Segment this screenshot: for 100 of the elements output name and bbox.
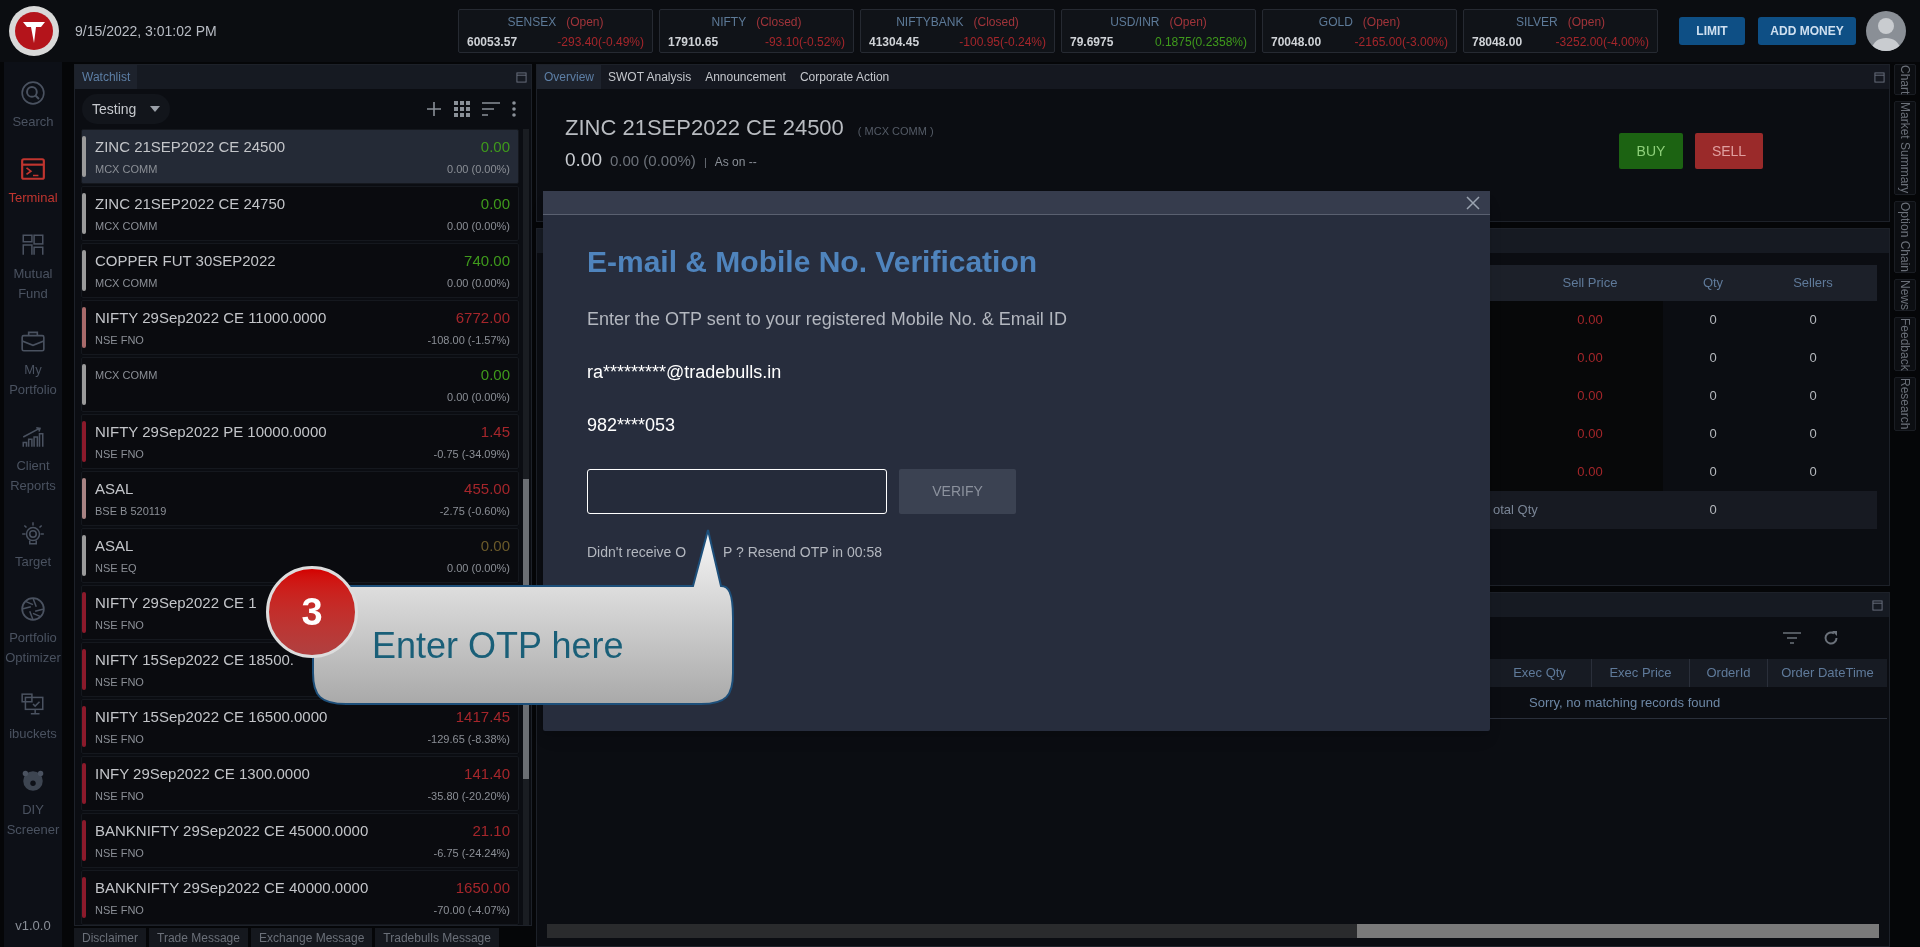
exchange-label: NSE FNO (95, 332, 144, 348)
content-tab[interactable]: Announcement (698, 65, 793, 89)
terminal-icon (20, 156, 46, 182)
refresh-icon[interactable] (1823, 630, 1839, 646)
exchange-label: BSE B 520119 (95, 503, 167, 519)
content-tab[interactable]: Corporate Action (792, 65, 897, 89)
exchange-label: MCX COMM (95, 161, 158, 177)
ticker-status: (Open) (1567, 14, 1606, 31)
ticker-card[interactable]: NIFTY (Closed) 17910.65 -93.10(-0.52%) (659, 9, 854, 53)
price: 141.40 (464, 764, 510, 784)
table-cell-text: 0 (1808, 311, 1818, 330)
exchange-label: NSE FNO (95, 446, 144, 462)
grid-icon[interactable] (454, 101, 470, 117)
side-tab[interactable]: Research (1894, 377, 1916, 431)
exchange-label: MCX COMM (95, 218, 158, 234)
ticker-change: -293.40(-0.49%) (557, 34, 644, 51)
resend-otp-text: Didn't receive O (587, 543, 688, 562)
ticker-value: 70048.00 (1271, 34, 1322, 51)
price: 6772.00 (455, 308, 510, 328)
watchlist-dropdown[interactable]: Testing (82, 94, 171, 124)
watchlist-item[interactable]: MCX COMM 0.00 0.00 (0.00%) (81, 357, 519, 412)
instrument-name: ASAL (95, 479, 134, 499)
price: 1417.45 (455, 707, 510, 727)
sell-button[interactable]: SELL (1695, 133, 1763, 169)
sidebar-item[interactable]: Terminal (4, 156, 62, 208)
maximize-icon[interactable] (516, 71, 527, 83)
ticker-card[interactable]: NIFTYBANK (Closed) 41304.45 -100.95(-0.24%) (860, 9, 1055, 53)
footer-tab[interactable]: Exchange Message (250, 928, 373, 947)
exchange-label: ( MCX COMM ) (857, 124, 934, 139)
price: 21.10 (472, 821, 510, 841)
ticker-status: (Open) (1169, 14, 1207, 31)
empty-message: Sorry, no matching records found (1529, 693, 1721, 712)
symbol-title: ZINC 21SEP2022 CE 24500 (565, 114, 844, 142)
grid-icon (20, 232, 46, 258)
side-tab[interactable]: Market Summary (1894, 101, 1916, 195)
avatar[interactable] (1866, 11, 1906, 51)
price: 0.00 (480, 137, 510, 157)
price-change: -108.00 (-1.57%) (427, 332, 510, 348)
side-tab[interactable]: Option Chain (1894, 200, 1916, 273)
column-header: OrderId (1689, 659, 1767, 687)
price: 0.00 (480, 194, 510, 214)
watchlist-item[interactable]: ZINC 21SEP2022 CE 24750 0.00 MCX COMM 0.00 (0.00%) (81, 186, 519, 241)
buy-button[interactable]: BUY (1619, 133, 1683, 169)
content-tab[interactable]: Overview (537, 65, 601, 89)
more-icon[interactable] (512, 101, 516, 117)
watchlist-item[interactable]: BANKNIFTY 29Sep2022 CE 40000.0000 1650.00 NSE FNO -70.00 (-4.07%) (81, 870, 519, 925)
maximize-icon[interactable] (1872, 599, 1883, 611)
email-text: ra*********@tradebulls.in (587, 361, 783, 384)
watchlist-item[interactable]: ZINC 21SEP2022 CE 24500 0.00 MCX COMM 0.00 (0.00%) (81, 129, 519, 184)
watchlist-item[interactable]: NIFTY 15Sep2022 CE 16500.0000 1417.45 NSE FNO -129.65 (-8.38%) (81, 699, 519, 754)
bar-chart-icon (20, 424, 46, 450)
close-icon[interactable] (1466, 195, 1480, 210)
horizontal-scrollbar[interactable] (547, 924, 1879, 938)
price-change: -129.65 (-8.38%) (427, 731, 510, 747)
price: 0.00 (480, 365, 510, 385)
ticker-value: 79.6975 (1070, 34, 1114, 51)
maximize-icon[interactable] (1874, 71, 1885, 83)
watchlist-item[interactable]: NIFTY 29Sep2022 CE 11000.0000 6772.00 NSE FNO -108.00 (-1.57%) (81, 300, 519, 355)
exchange-label: NSE EQ (95, 560, 137, 576)
logo[interactable] (9, 6, 59, 56)
add-icon[interactable] (426, 101, 442, 117)
price: 455.00 (464, 479, 510, 499)
limit-button[interactable]: LIMIT (1679, 17, 1745, 45)
watchlist-item[interactable]: BANKNIFTY 29Sep2022 CE 45000.0000 21.10 NSE FNO -6.75 (-24.24%) (81, 813, 519, 868)
verify-button[interactable]: VERIFY (899, 469, 1016, 514)
sort-icon[interactable] (482, 102, 500, 116)
footer-tab[interactable]: Tradebulls Message (375, 928, 499, 947)
footer-tab[interactable]: Trade Message (149, 928, 248, 947)
otp-input-field[interactable] (587, 469, 887, 514)
filter-icon[interactable] (1783, 632, 1801, 644)
price: 1.45 (480, 422, 510, 442)
exchange-label: NSE FNO (95, 731, 144, 747)
watchlist-item[interactable]: ASAL 455.00 BSE B 520119 -2.75 (-0.60%) (81, 471, 519, 526)
content-tab[interactable]: SWOT Analysis (601, 65, 699, 89)
footer-tab[interactable]: Disclaimer (74, 928, 146, 947)
table-cell: 0.00 (1487, 453, 1663, 491)
ticker-card[interactable]: SILVER (Open) 78048.00 -3252.00(-4.00%) (1463, 9, 1658, 53)
logo-icon (14, 11, 54, 51)
side-tab[interactable]: Chart (1894, 64, 1916, 96)
ticker-name: NIFTY (711, 14, 747, 31)
side-tab[interactable]: News (1894, 278, 1916, 311)
as-on-label: As on -- (714, 154, 757, 171)
price-change: -35.80 (-20.20%) (427, 788, 510, 804)
exchange-label: NSE FNO (95, 674, 144, 690)
price-change: 0.00 (0.00%) (447, 560, 510, 576)
watchlist-tab[interactable]: Watchlist (75, 65, 138, 89)
watchlist-item[interactable]: NIFTY 29Sep2022 PE 10000.0000 1.45 NSE FNO -0.75 (-34.09%) (81, 414, 519, 469)
watchlist-item[interactable]: ASAL 0.00 NSE EQ 0.00 (0.00%) (81, 528, 519, 583)
exchange-label: MCX COMM (95, 368, 158, 383)
watchlist-item[interactable]: INFY 29Sep2022 CE 1300.0000 141.40 NSE FNO -35.80 (-20.20%) (81, 756, 519, 811)
ticker-card[interactable]: USD/INR (Open) 79.6975 0.1875(0.2358%) (1061, 9, 1256, 53)
price-change: -2.75 (-0.60%) (439, 503, 510, 519)
ticker-card[interactable]: SENSEX (Open) 60053.57 -293.40(-0.49%) (458, 9, 653, 53)
add-money-button[interactable]: ADD MONEY (1758, 17, 1856, 45)
price-change: 0.00 (0.00%) (447, 218, 510, 234)
table-cell: 0.00 (1487, 339, 1663, 377)
instrument-name: ZINC 21SEP2022 CE 24500 (95, 137, 286, 157)
watchlist-item[interactable]: COPPER FUT 30SEP2022 740.00 MCX COMM 0.00 (0.00%) (81, 243, 519, 298)
ticker-card[interactable]: GOLD (Open) 70048.00 -2165.00(-3.00%) (1262, 9, 1457, 53)
side-tab[interactable]: Feedback (1894, 316, 1916, 372)
